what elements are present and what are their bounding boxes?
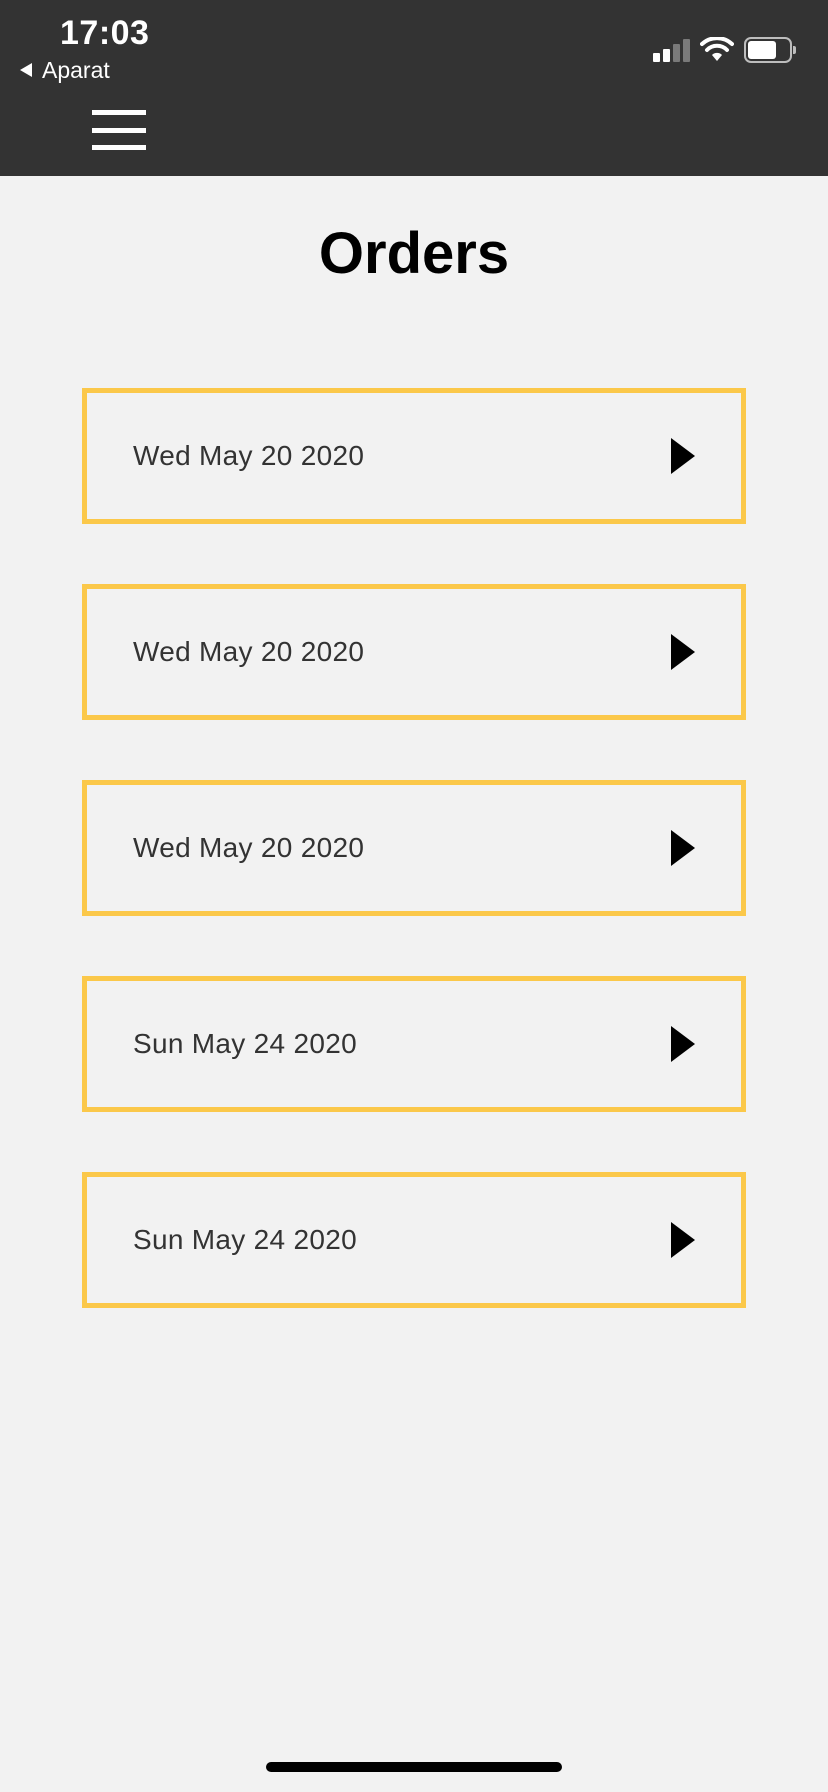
wifi-icon bbox=[700, 37, 734, 61]
order-date: Wed May 20 2020 bbox=[133, 832, 365, 863]
back-app-label: Aparat bbox=[42, 56, 110, 83]
battery-icon bbox=[744, 37, 796, 63]
app-header: 17:03 Aparat bbox=[0, 0, 828, 176]
order-list-item[interactable]: Sun May 24 2020 bbox=[82, 976, 746, 1112]
chevron-right-icon bbox=[671, 830, 695, 866]
order-date: Wed May 20 2020 bbox=[133, 440, 365, 471]
page-title: Orders bbox=[318, 221, 510, 286]
status-time: 17:03 bbox=[60, 14, 150, 52]
order-list-item[interactable]: Wed May 20 2020 bbox=[82, 584, 746, 720]
back-to-app-link[interactable]: Aparat bbox=[20, 56, 110, 84]
order-list-item[interactable]: Sun May 24 2020 bbox=[82, 1172, 746, 1308]
order-date: Sun May 24 2020 bbox=[133, 1224, 357, 1255]
chevron-right-icon bbox=[671, 438, 695, 474]
orders-list: Wed May 20 2020 Wed May 20 2020 Wed May … bbox=[82, 388, 746, 1368]
cellular-signal-icon bbox=[653, 38, 690, 62]
chevron-right-icon bbox=[671, 1026, 695, 1062]
order-date: Sun May 24 2020 bbox=[133, 1028, 357, 1059]
chevron-right-icon bbox=[671, 634, 695, 670]
order-list-item[interactable]: Wed May 20 2020 bbox=[82, 780, 746, 916]
hamburger-menu-icon[interactable] bbox=[92, 110, 148, 150]
home-indicator[interactable] bbox=[266, 1762, 562, 1772]
order-list-item[interactable]: Wed May 20 2020 bbox=[82, 388, 746, 524]
back-arrow-icon bbox=[20, 63, 32, 77]
status-indicators bbox=[653, 36, 796, 64]
chevron-right-icon bbox=[671, 1222, 695, 1258]
order-date: Wed May 20 2020 bbox=[133, 636, 365, 667]
